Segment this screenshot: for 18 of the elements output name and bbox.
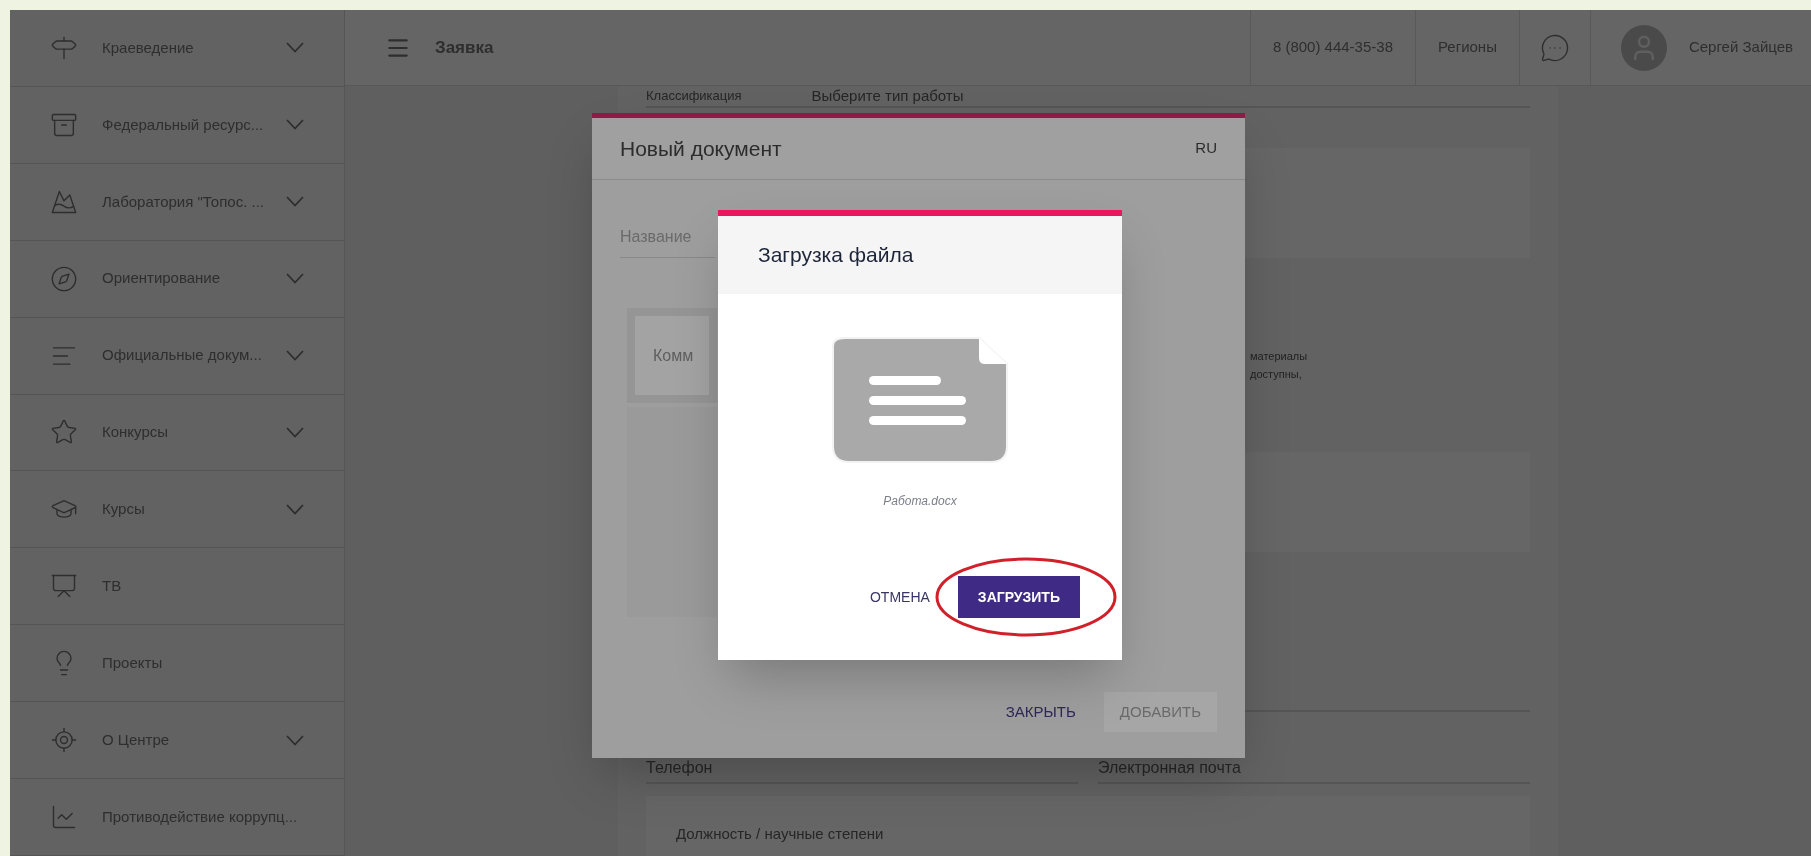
cancel-button[interactable]: ОТМЕНА: [869, 576, 930, 618]
field-label: Должность / научные степени: [676, 825, 884, 842]
compass-icon: [50, 264, 78, 293]
select-placeholder[interactable]: Выберите тип работы: [811, 84, 964, 108]
upload-button[interactable]: ЗАГРУЗИТЬ: [957, 576, 1080, 618]
comment-field[interactable]: Комм: [627, 308, 717, 403]
dialog-title: Новый документ: [620, 135, 782, 162]
note-text: доступны,: [1250, 367, 1303, 382]
page-title: Заявка: [435, 36, 494, 59]
chart-icon: [50, 803, 78, 831]
crosshair-icon: [50, 726, 78, 755]
note-text: материалы: [1250, 349, 1309, 364]
language-code: RU: [1195, 138, 1217, 159]
field-label: Классификация: [646, 87, 742, 106]
chat-bubble-icon[interactable]: [1539, 32, 1570, 63]
close-button[interactable]: ЗАКРЫТЬ: [997, 692, 1084, 732]
file-name: Работа.docx: [883, 493, 957, 510]
dialog-title: Загрузка файла: [758, 242, 914, 269]
